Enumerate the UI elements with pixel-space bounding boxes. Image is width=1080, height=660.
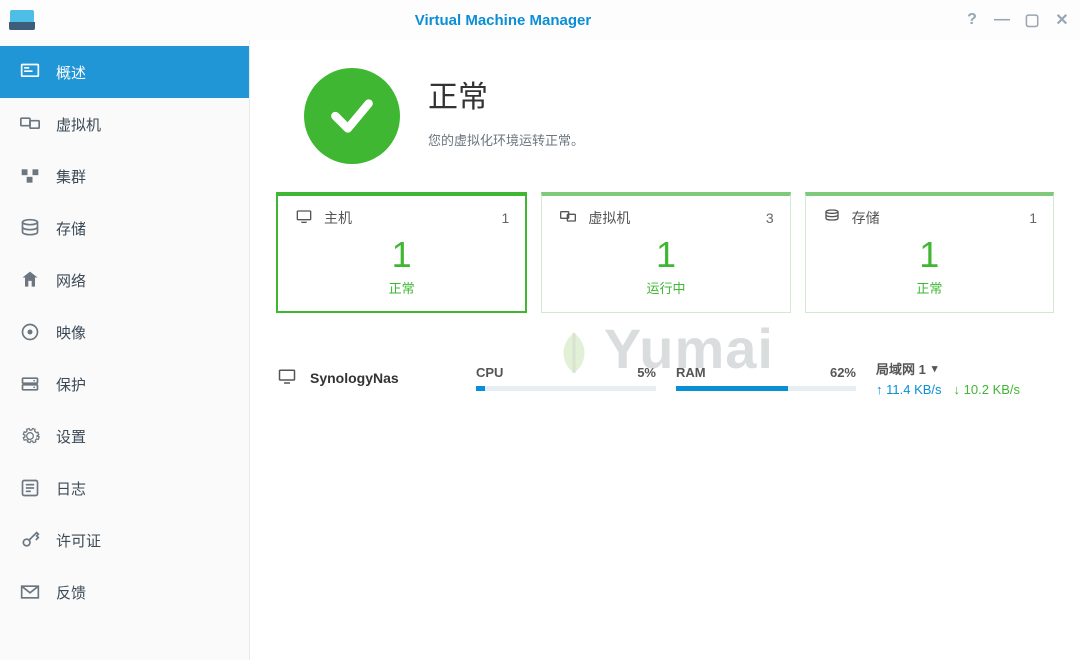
status-heading: 正常 [428, 72, 584, 116]
cpu-label: CPU [476, 365, 503, 380]
sidebar: 概述 虚拟机 集群 存储 网络 [0, 40, 250, 660]
sidebar-item-license[interactable]: 许可证 [0, 514, 249, 566]
cpu-value: 5% [637, 365, 656, 380]
card-sublabel: 正常 [822, 278, 1037, 297]
sidebar-item-label: 集群 [56, 166, 86, 187]
card-count: 1 [502, 210, 510, 226]
sidebar-item-feedback[interactable]: 反馈 [0, 566, 249, 618]
titlebar: Virtual Machine Manager ? — ▢ ✕ [0, 0, 1080, 40]
network-metric: 局域网 1 ▾ 11.4 KB/s 10.2 KB/s [876, 359, 1020, 397]
log-icon [18, 478, 42, 498]
protection-icon [18, 374, 42, 394]
sidebar-item-label: 虚拟机 [56, 114, 101, 135]
status-description: 您的虚拟化环境运转正常。 [428, 130, 584, 149]
ram-label: RAM [676, 365, 706, 380]
card-sublabel: 运行中 [558, 278, 773, 297]
chevron-down-icon[interactable]: ▾ [932, 362, 938, 375]
maximize-button[interactable]: ▢ [1024, 12, 1040, 28]
upload-speed: 11.4 KB/s [876, 382, 942, 397]
sidebar-item-label: 映像 [56, 322, 86, 343]
card-count: 3 [766, 210, 774, 226]
sidebar-item-settings[interactable]: 设置 [0, 410, 249, 462]
storage-icon [822, 209, 842, 228]
ram-metric: RAM 62% [676, 365, 856, 391]
sidebar-item-label: 设置 [56, 426, 86, 447]
close-button[interactable]: ✕ [1054, 12, 1070, 28]
minimize-button[interactable]: — [994, 12, 1010, 28]
summary-cards: 主机 1 1 正常 虚拟机 3 [276, 192, 1054, 313]
main-panel: 正常 您的虚拟化环境运转正常。 主机 1 1 正常 [250, 40, 1080, 660]
card-vm[interactable]: 虚拟机 3 1 运行中 [541, 192, 790, 313]
key-icon [18, 530, 42, 550]
sidebar-item-protection[interactable]: 保护 [0, 358, 249, 410]
cpu-metric: CPU 5% [476, 365, 656, 391]
network-icon [18, 270, 42, 290]
card-host[interactable]: 主机 1 1 正常 [276, 192, 527, 313]
ram-value: 62% [830, 365, 856, 380]
card-storage[interactable]: 存储 1 1 正常 [805, 192, 1054, 313]
sidebar-item-log[interactable]: 日志 [0, 462, 249, 514]
card-number: 1 [294, 234, 509, 276]
ram-bar [676, 386, 856, 391]
cluster-icon [18, 166, 42, 186]
app-title: Virtual Machine Manager [42, 12, 964, 29]
app-icon [10, 10, 34, 30]
card-title: 主机 [324, 208, 352, 228]
vm-icon [558, 209, 578, 228]
lan-label: 局域网 1 [876, 359, 926, 378]
monitor-icon [294, 209, 314, 228]
card-sublabel: 正常 [294, 278, 509, 297]
overview-icon [18, 62, 42, 82]
host-name[interactable]: SynologyNas [276, 368, 456, 389]
card-number: 1 [558, 234, 773, 276]
sidebar-item-label: 保护 [56, 374, 86, 395]
card-count: 1 [1029, 210, 1037, 226]
status-row: 正常 您的虚拟化环境运转正常。 [276, 62, 1054, 164]
image-icon [18, 322, 42, 342]
host-row: SynologyNas CPU 5% RAM 62% 局域网 1 [276, 359, 1054, 397]
sidebar-item-cluster[interactable]: 集群 [0, 150, 249, 202]
envelope-icon [18, 582, 42, 602]
sidebar-item-label: 反馈 [56, 582, 86, 603]
host-name-text: SynologyNas [310, 370, 399, 386]
monitor-icon [276, 368, 298, 389]
sidebar-item-label: 存储 [56, 218, 86, 239]
card-title: 虚拟机 [588, 208, 630, 228]
sidebar-item-network[interactable]: 网络 [0, 254, 249, 306]
sidebar-item-image[interactable]: 映像 [0, 306, 249, 358]
cpu-bar [476, 386, 656, 391]
window-controls: ? — ▢ ✕ [964, 12, 1070, 28]
sidebar-item-label: 日志 [56, 478, 86, 499]
sidebar-item-storage[interactable]: 存储 [0, 202, 249, 254]
download-speed: 10.2 KB/s [954, 382, 1021, 397]
sidebar-item-label: 网络 [56, 270, 86, 291]
arrow-down-icon [954, 382, 961, 397]
status-ok-icon [304, 68, 400, 164]
vm-icon [18, 114, 42, 134]
card-title: 存储 [852, 208, 880, 228]
card-number: 1 [822, 234, 1037, 276]
sidebar-item-overview[interactable]: 概述 [0, 46, 249, 98]
sidebar-item-label: 许可证 [56, 530, 101, 551]
sidebar-item-label: 概述 [56, 62, 86, 83]
gear-icon [18, 426, 42, 446]
storage-icon [18, 218, 42, 238]
arrow-up-icon [876, 382, 883, 397]
sidebar-item-vm[interactable]: 虚拟机 [0, 98, 249, 150]
help-button[interactable]: ? [964, 12, 980, 28]
